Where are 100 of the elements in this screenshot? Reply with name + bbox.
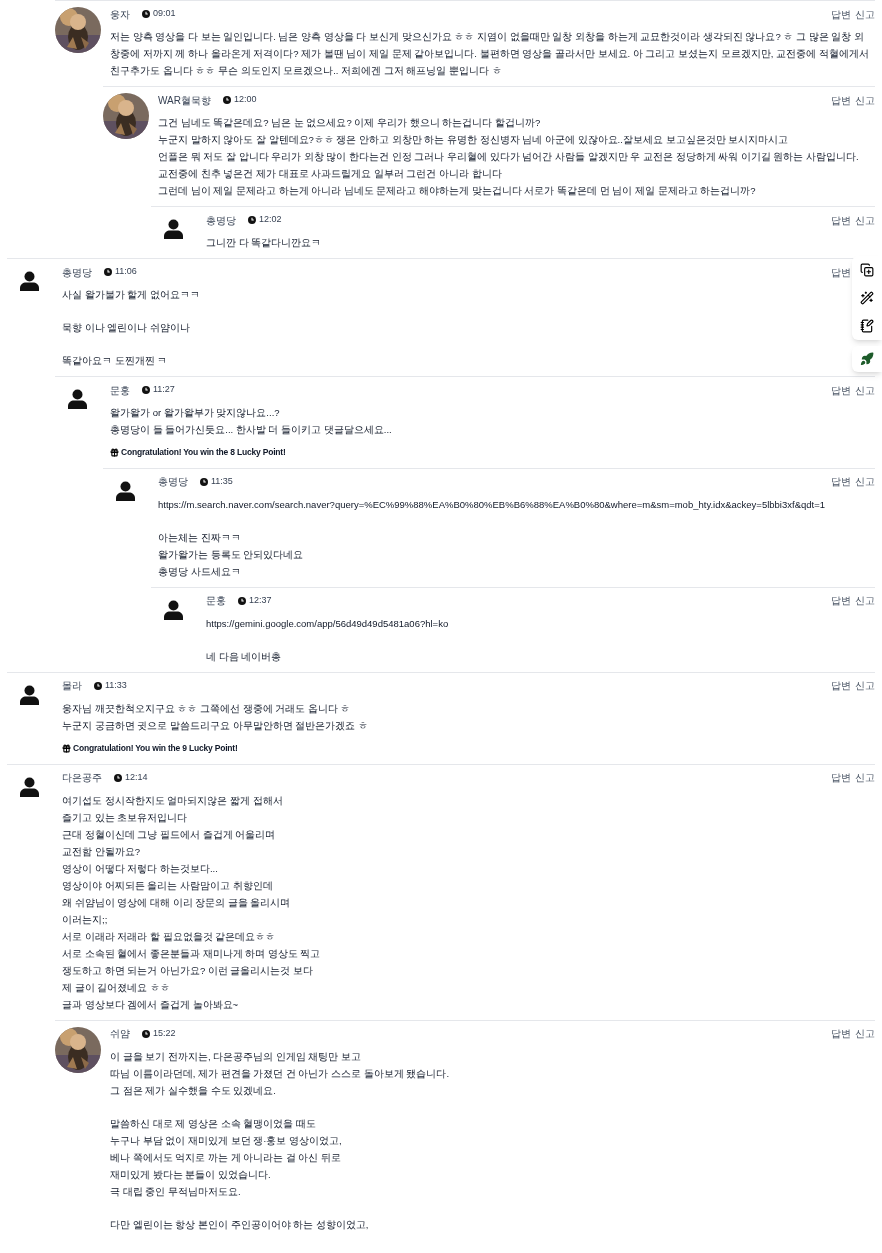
user-icon	[164, 599, 183, 620]
comment-text: 왜 쉬얌님이 영상에 대해 이리 장문의 글을 올리시며	[62, 895, 291, 910]
copy-plus-icon[interactable]	[860, 263, 874, 277]
user-icon	[20, 271, 39, 291]
comment-text: 말씀하신 대로 제 영상은 소속 혈맹이었을 때도	[110, 1116, 316, 1131]
clock-icon	[238, 596, 246, 605]
comment-time: 12:37	[249, 594, 272, 607]
user-icon	[20, 776, 39, 797]
clock-icon	[142, 10, 150, 18]
comment-text: 네 다음 네이버총	[206, 649, 282, 664]
author-name: 쉬얌	[110, 1027, 130, 1041]
action-link[interactable]: 신고	[855, 678, 875, 694]
action-link[interactable]: 답변	[831, 770, 851, 785]
action-link[interactable]: 답변	[831, 474, 851, 490]
comment-text: 묵향 이나 엘린이나 쉬얌이나	[62, 321, 190, 335]
action-link[interactable]: 답변	[831, 678, 851, 694]
comment-text: 서로 소속된 혈에서 좋은분들과 재미나게 하며 영상도 찍고	[62, 946, 321, 961]
comment-text: 그런데 님이 제일 문제라고 하는게 아니라 님네도 문제라고 해야하는게 맞는겁니다 서로가 똑같은데 먼 님이 제일 문제라고 하는겁니까?	[158, 184, 756, 198]
note-edit-icon[interactable]	[860, 319, 874, 333]
action-link[interactable]: 답변	[831, 92, 851, 108]
comment-text: 근대 정혈이신데 그냥 필드에서 즐겁게 어울리며	[62, 827, 276, 842]
action-link[interactable]: 신고	[855, 212, 875, 228]
clock-icon	[142, 386, 150, 394]
comment-time: 12:00	[233, 93, 257, 107]
comment-text: 저는 양측 영상을 다 보는 일인입니다. 님은 양측 영상을 다 보신게 맞으신가요 ㅎㅎ 지염이 없을때만 일창 외창을 하는게 교묘한것이라 생각되진 않나요? ㅎ 그 많은 일창 외창중에 저까지 께 하나 올라온게 저격이다? 제가 볼땐 님이 제일 문제 같아보입니다. 불편하면 영상을 골라서만 보세요. 아 그리고 보셨는지 모르겠지만, 교전중에 적혈에게서 친구추가도 옵니다 ㅎㅎ 무슨 의도인지 모르겠으나.. 저희에겐 그저 해프닝일 뿐입니다 ㅎ	[110, 30, 869, 78]
author-name: WAR혈묵향	[158, 93, 211, 108]
comment-text: 영상이 어떻다 저렇다 하는것보다...	[62, 861, 218, 876]
comment-text: 이 글을 보기 전까지는, 다은공주님의 인게임 채팅만 보고	[110, 1049, 362, 1064]
author-name: 웅자	[110, 7, 130, 22]
user-icon	[68, 389, 87, 409]
comment-text: 총명당 사드세요ㅋ	[158, 564, 241, 579]
author-name: 다은공주	[62, 771, 102, 785]
comment-time: 12:14	[125, 770, 148, 784]
action-link[interactable]: 답변	[831, 382, 851, 398]
action-link[interactable]: 신고	[855, 92, 875, 108]
comment-text: 극 대립 중인 무적님마저도요.	[110, 1184, 241, 1199]
comment-text: 왈가왈가 or 왈가왈부가 맞지않나요...?	[110, 406, 280, 420]
action-link[interactable]: 신고	[855, 6, 875, 22]
comment-text: 사실 왈가불가 할게 없어요ㅋㅋ	[62, 288, 200, 302]
comment-time: 15:22	[153, 1026, 176, 1040]
action-link[interactable]: 신고	[855, 474, 875, 490]
author-name: 총명당	[62, 265, 92, 280]
comment-text: 웅자님 깨끗한척오지구요 ㅎㅎ 그쪽에선 쟁중에 거래도 옵니다 ㅎ	[62, 701, 351, 716]
user-icon	[116, 480, 135, 501]
gift-icon	[62, 743, 71, 753]
lucky-point-message: Congratulation! You win the 9 Lucky Point!	[73, 741, 238, 755]
comment-text: 그니깐 다 똑같다니깐요ㅋ	[206, 236, 322, 250]
action-link[interactable]: 답변	[831, 264, 851, 280]
comment-text: 쟁도하고 하면 되는거 아닌가요? 이런 글올리시는것 보다	[62, 963, 314, 978]
gift-icon	[110, 447, 119, 457]
clock-icon	[94, 681, 102, 690]
comment-text: 누군지 궁금하면 귓으로 말씀드리구요 아무말안하면 절반은가겠죠 ㅎ	[62, 718, 368, 733]
comment-text: 글과 영상보다 겜에서 즐겁게 놀아봐요~	[62, 997, 239, 1012]
author-name: 총명당	[206, 213, 236, 228]
comment-time: 11:35	[211, 475, 233, 488]
comment-text: 그건 님네도 똑같은데요? 님은 눈 없으세요? 이제 우리가 했으니 하는겁니다 할겁니까?	[158, 116, 541, 130]
comment-text: 누군지 말하지 않아도 잘 알텐데요?ㅎㅎ 쟁은 안하고 외창만 하는 유명한 정신병자 님네 아군에 있잖아요..잘보세요 보고싶은것만 보시지마시고	[158, 133, 789, 147]
comment-text: 여기섭도 정시작한지도 얼마되지않은 짧게 접해서	[62, 793, 283, 808]
user-icon	[20, 684, 39, 705]
clock-icon	[248, 216, 256, 224]
comment-time: 11:33	[105, 679, 127, 692]
lucky-point-message: Congratulation! You win the 8 Lucky Point!	[121, 446, 286, 459]
comment-text: 즐기고 있는 초보유저입니다	[62, 810, 188, 825]
clock-icon	[222, 96, 231, 104]
comment-text: 영상이야 어찌되든 올리는 사람맘이고 취향인데	[62, 878, 273, 893]
comment-text: 재미있게 봤다는 분들이 있었습니다.	[110, 1167, 271, 1182]
clock-icon	[200, 477, 208, 486]
action-link[interactable]: 답변	[831, 6, 851, 22]
comment-text: 다만 엘린이는 항상 본인이 주인공이어야 하는 성향이었고,	[110, 1217, 369, 1232]
comment-text: 누구나 부담 없이 재미있게 보던 쟁·홍보 영상이었고,	[110, 1133, 342, 1148]
comment-text: 베나 쪽에서도 억지로 까는 게 아니라는 걸 아신 뒤로	[110, 1150, 342, 1165]
action-link[interactable]: 신고	[855, 1026, 875, 1041]
comment-text: https://m.search.naver.com/search.naver?query=%EC%99%88%EA%B0%80%EB%B6%88%EA%B0%80&where=m&sm=mob_hty.idx&ackey=5lbbi3xf&qdt=1	[158, 497, 826, 512]
comment-time: 11:27	[153, 383, 175, 397]
author-name: 문홍	[110, 383, 130, 398]
author-name: 문홍	[206, 594, 226, 609]
comment-text: 제 글이 길어졌네요 ㅎㅎ	[62, 980, 170, 995]
action-link[interactable]: 답변	[831, 593, 851, 609]
comment-text: 언플은 뭐 저도 잘 압니다 우리가 외창 많이 한다는건 인정 그러나 우리혈에 있다가 넘어간 사람들 알겠지만 우 교전은 정당하게 싸워 이기길 원하는 사람입니다. 교전중에 친추 넣은건 제가 대표로 사과드릴게요 일부러 그런건 아니라 합니다	[158, 150, 860, 181]
comment-text: 총명당이 들 들어가신듯요... 한사발 더 들이키고 댓글달으세요...	[110, 423, 392, 437]
clock-icon	[114, 773, 122, 782]
action-link[interactable]: 답변	[831, 1026, 851, 1041]
rocket-icon	[860, 352, 874, 366]
comment-time: 12:02	[259, 213, 282, 227]
action-link[interactable]: 신고	[855, 593, 875, 609]
action-link[interactable]: 신고	[855, 382, 875, 398]
comment-text: 따님 이름이라던데, 제가 편견을 가졌던 건 아닌가 스스로 돌아보게 됐습니다.	[110, 1066, 450, 1081]
comment-text: 교전함 안될까요?	[62, 844, 140, 859]
action-link[interactable]: 답변	[831, 212, 851, 228]
comment-text: 이러는지;;	[62, 912, 108, 927]
wand-icon[interactable]	[860, 291, 874, 305]
comment-time: 09:01	[153, 7, 176, 21]
side-button[interactable]	[852, 346, 882, 372]
author-name: 몰라	[62, 679, 82, 694]
clock-icon	[104, 268, 112, 276]
user-icon	[164, 219, 183, 239]
comment-text: https://gemini.google.com/app/56d49d49d5481a06?hl=ko	[206, 616, 449, 631]
action-link[interactable]: 신고	[855, 770, 875, 785]
comment-text: 그 점은 제가 실수했을 수도 있겠네요.	[110, 1083, 276, 1098]
comment-time: 11:06	[115, 265, 137, 279]
